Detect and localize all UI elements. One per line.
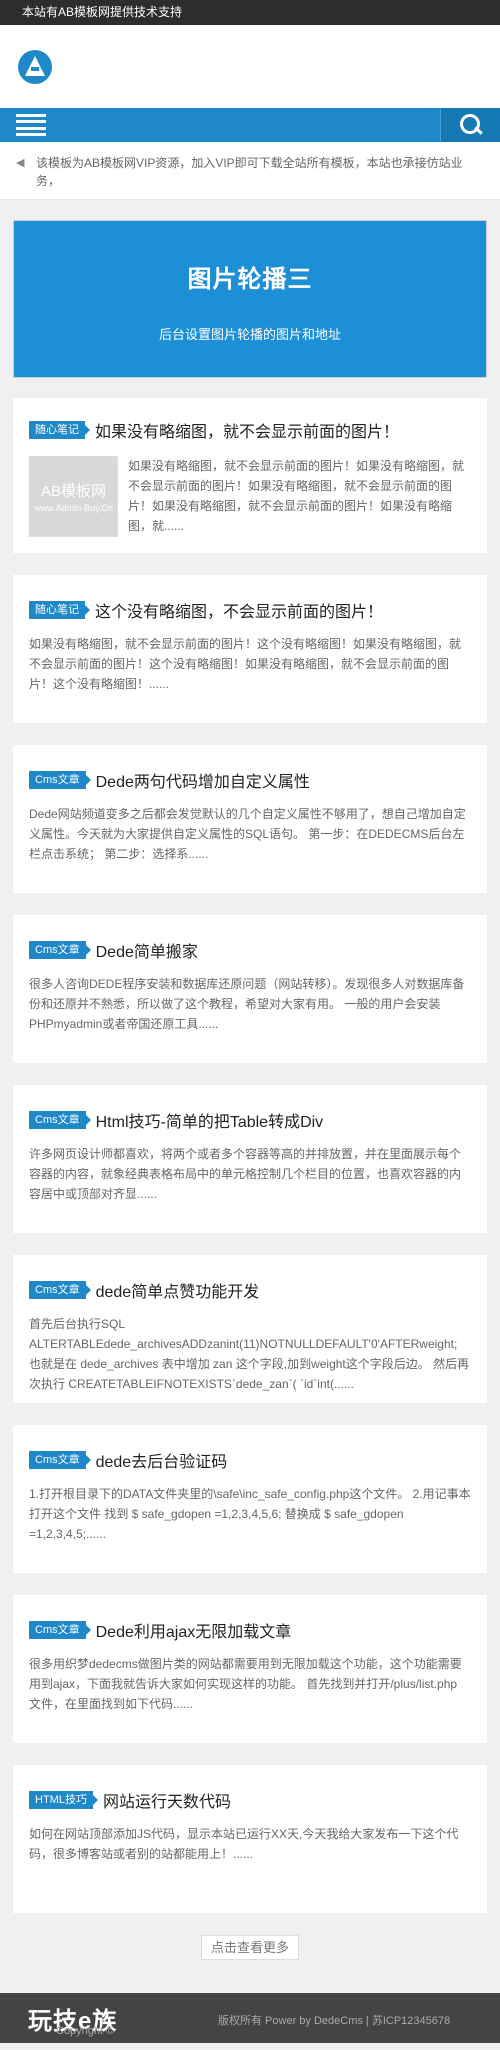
post-head: Cms文章 Dede利用ajax无限加载文章 <box>29 1618 471 1642</box>
post-card: Cms文章 dede去后台验证码 1.打开根目录下的DATA文件夹里的\safe… <box>13 1425 487 1573</box>
post-card: Cms文章 Dede两句代码增加自定义属性 Dede网站频道变多之后都会发觉默认… <box>13 745 487 893</box>
post-title[interactable]: Dede简单搬家 <box>96 938 198 962</box>
post-excerpt: Dede网站频道变多之后都会发觉默认的几个自定义属性不够用了，想自己增加自定义属… <box>29 807 466 861</box>
post-head: 随心笔记 这个没有略缩图，不会显示前面的图片！ <box>29 598 471 622</box>
banner-title: 图片轮播三 <box>187 266 313 293</box>
thumb-title: AB模板网 <box>40 483 106 500</box>
topbar: 本站有AB模板网提供技术支持 <box>0 0 500 25</box>
notice-bar: ◀ 该模板为AB模板网VIP资源，加入VIP即可下载全站所有模板，本站也承接仿站… <box>0 142 500 200</box>
post-excerpt: 如果没有略缩图，就不会显示前面的图片！如果没有略缩图，就不会显示前面的图片！如果… <box>128 459 465 533</box>
footer-copyright: Copyright © <box>56 2025 115 2037</box>
post-tag[interactable]: Cms文章 <box>29 1451 91 1469</box>
load-more-button[interactable]: 点击查看更多 <box>201 1935 299 1960</box>
post-title[interactable]: Dede利用ajax无限加载文章 <box>96 1618 292 1642</box>
post-title[interactable]: Html技巧-简单的把Table转成Div <box>96 1108 324 1132</box>
post-tag[interactable]: 随心笔记 <box>29 421 90 439</box>
topbar-text: 本站有AB模板网提供技术支持 <box>22 5 183 19</box>
footer: 玩技e族 Copyright © 版权所有 Power by DedeCms |… <box>0 1993 500 2043</box>
post-excerpt: 很多人咨询DEDE程序安装和数据库还原问题（网站转移）。发现很多人对数据库备份和… <box>29 977 465 1031</box>
post-card: HTML技巧 网站运行天数代码 如何在网站顶部添加JS代码，显示本站已运行XX天… <box>13 1765 487 1913</box>
post-excerpt: 很多用织梦dedecms做图片类的网站都需要用到无限加载这个功能，这个功能需要用… <box>29 1657 462 1711</box>
post-title[interactable]: dede简单点赞功能开发 <box>96 1278 260 1302</box>
post-head: HTML技巧 网站运行天数代码 <box>29 1788 471 1812</box>
post-title[interactable]: 网站运行天数代码 <box>103 1788 231 1812</box>
post-card: 随心笔记 如果没有略缩图，就不会显示前面的图片！ AB模板网 www.Admin… <box>13 398 487 553</box>
search-icon <box>459 114 482 136</box>
thumb-sub: www.Admin-Buy.Cn <box>34 503 113 513</box>
logo-row <box>0 25 500 108</box>
post-excerpt: 如何在网站顶部添加JS代码，显示本站已运行XX天,今天我给大家发布一下这个代码，… <box>29 1827 459 1861</box>
post-tag[interactable]: Cms文章 <box>29 1281 91 1299</box>
menu-icon[interactable] <box>16 114 46 136</box>
post-tag[interactable]: Cms文章 <box>29 1621 91 1639</box>
nav-bar <box>0 108 500 142</box>
post-tag[interactable]: Cms文章 <box>29 1111 91 1129</box>
more-area: 点击查看更多 <box>0 1913 500 1993</box>
post-card: Cms文章 Dede利用ajax无限加载文章 很多用织梦dedecms做图片类的… <box>13 1595 487 1743</box>
post-title[interactable]: Dede两句代码增加自定义属性 <box>96 768 310 792</box>
post-excerpt: 如果没有略缩图，就不会显示前面的图片！这个没有略缩图！如果没有略缩图，就不会显示… <box>29 637 462 691</box>
post-head: 随心笔记 如果没有略缩图，就不会显示前面的图片！ <box>29 418 471 442</box>
post-head: Cms文章 dede简单点赞功能开发 <box>29 1278 471 1302</box>
post-title[interactable]: dede去后台验证码 <box>96 1448 228 1472</box>
post-title[interactable]: 如果没有略缩图，就不会显示前面的图片！ <box>95 418 399 442</box>
post-card: 随心笔记 这个没有略缩图，不会显示前面的图片！ 如果没有略缩图，就不会显示前面的… <box>13 575 487 723</box>
post-thumbnail[interactable]: AB模板网 www.Admin-Buy.Cn <box>29 456 118 537</box>
post-card: Cms文章 Html技巧-简单的把Table转成Div 许多网页设计师都喜欢，将… <box>13 1085 487 1233</box>
post-excerpt: 许多网页设计师都喜欢，将两个或者多个容器等高的并排放置，并在里面展示每个容器的内… <box>29 1147 462 1201</box>
post-title[interactable]: 这个没有略缩图，不会显示前面的图片！ <box>95 598 383 622</box>
banner-slider[interactable]: 图片轮播三 后台设置图片轮播的图片和地址 <box>13 220 487 378</box>
post-tag[interactable]: HTML技巧 <box>29 1791 98 1809</box>
notice-text: 该模板为AB模板网VIP资源，加入VIP即可下载全站所有模板，本站也承接仿站业务… <box>35 156 463 188</box>
post-head: Cms文章 dede去后台验证码 <box>29 1448 471 1472</box>
post-head: Cms文章 Dede两句代码增加自定义属性 <box>29 768 471 792</box>
megaphone-icon: ◀ <box>16 157 25 169</box>
site-logo-icon[interactable] <box>18 49 52 84</box>
footer-info: 版权所有 Power by DedeCms | 苏ICP12345678 <box>218 2015 451 2027</box>
post-head: Cms文章 Dede简单搬家 <box>29 938 471 962</box>
search-button[interactable] <box>440 108 500 142</box>
post-tag[interactable]: Cms文章 <box>29 771 91 789</box>
post-body: AB模板网 www.Admin-Buy.Cn 如果没有略缩图，就不会显示前面的图… <box>29 456 471 537</box>
post-head: Cms文章 Html技巧-简单的把Table转成Div <box>29 1108 471 1132</box>
post-card: Cms文章 dede简单点赞功能开发 首先后台执行SQL ALTERTABLEd… <box>13 1255 487 1403</box>
post-excerpt: 首先后台执行SQL ALTERTABLEdede_archivesADDzani… <box>29 1317 470 1391</box>
banner-subtitle: 后台设置图片轮播的图片和地址 <box>158 327 341 342</box>
post-card: Cms文章 Dede简单搬家 很多人咨询DEDE程序安装和数据库还原问题（网站转… <box>13 915 487 1063</box>
post-tag[interactable]: Cms文章 <box>29 941 91 959</box>
post-excerpt: 1.打开根目录下的DATA文件夹里的\safe\inc_safe_config.… <box>29 1487 471 1541</box>
post-tag[interactable]: 随心笔记 <box>29 601 90 619</box>
